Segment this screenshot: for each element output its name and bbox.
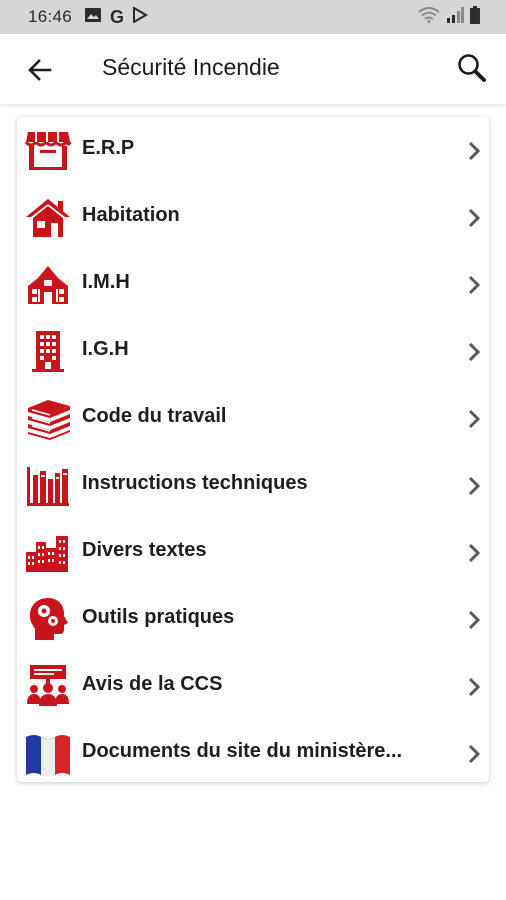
list-item-label: E.R.P <box>82 137 135 159</box>
status-bar: 16:46 G <box>0 0 506 34</box>
signal-icon <box>446 6 464 28</box>
list-item-label: Avis de la CCS <box>82 673 223 695</box>
search-button[interactable] <box>456 52 488 84</box>
list-item-divers-textes[interactable]: Divers textes <box>17 519 489 586</box>
list-item-igh[interactable]: I.G.H <box>17 318 489 385</box>
book-stack-icon <box>24 394 72 442</box>
tower-building-icon <box>24 327 72 375</box>
storefront-icon <box>24 126 72 174</box>
chevron-right-icon <box>467 207 481 229</box>
chevron-right-icon <box>467 341 481 363</box>
head-gears-icon <box>24 595 72 643</box>
school-building-icon <box>24 260 72 308</box>
chevron-right-icon <box>467 475 481 497</box>
status-time: 16:46 <box>28 7 73 26</box>
chevron-right-icon <box>467 408 481 430</box>
chevron-right-icon <box>467 743 481 765</box>
list-item-label: I.M.H <box>82 271 130 293</box>
play-store-icon <box>132 5 149 28</box>
image-icon <box>84 7 102 28</box>
chevron-right-icon <box>467 609 481 631</box>
list-item-avis-ccs[interactable]: Avis de la CCS <box>17 653 489 720</box>
list-item-label: Habitation <box>82 204 180 226</box>
french-flag-icon <box>24 729 72 777</box>
list-item-habitation[interactable]: Habitation <box>17 184 489 251</box>
chevron-right-icon <box>467 676 481 698</box>
chevron-right-icon <box>467 542 481 564</box>
list-item-outils-pratiques[interactable]: Outils pratiques <box>17 586 489 653</box>
page-title: Sécurité Incendie <box>102 54 280 80</box>
list-item-label: Divers textes <box>82 539 207 561</box>
list-item-imh[interactable]: I.M.H <box>17 251 489 318</box>
list-item-documents-ministere[interactable]: Documents du site du ministère... <box>17 720 489 787</box>
list-item-label: Code du travail <box>82 405 227 427</box>
list-item-erp[interactable]: E.R.P <box>17 117 489 184</box>
google-icon: G <box>110 6 125 27</box>
menu-list: E.R.P Habitation I.M.H I.G.H Code du tra… <box>17 117 489 782</box>
list-item-label: Outils pratiques <box>82 606 235 628</box>
status-right-icons <box>418 0 480 34</box>
meeting-board-icon <box>24 662 72 710</box>
list-item-code-du-travail[interactable]: Code du travail <box>17 385 489 452</box>
status-left-icons: G <box>84 5 149 28</box>
back-button[interactable] <box>26 56 54 84</box>
chevron-right-icon <box>467 140 481 162</box>
chevron-right-icon <box>467 274 481 296</box>
wifi-icon <box>418 6 440 28</box>
list-item-label: Instructions techniques <box>82 472 308 494</box>
app-bar: Sécurité Incendie <box>0 34 506 104</box>
arrow-back-icon <box>26 59 54 88</box>
city-buildings-icon <box>24 528 72 576</box>
bookshelf-icon <box>24 461 72 509</box>
list-item-label: I.G.H <box>82 338 129 360</box>
battery-icon <box>470 5 480 29</box>
house-icon <box>24 193 72 241</box>
list-item-instructions-techniques[interactable]: Instructions techniques <box>17 452 489 519</box>
search-icon <box>456 54 488 88</box>
list-item-label: Documents du site du ministère... <box>82 740 403 762</box>
